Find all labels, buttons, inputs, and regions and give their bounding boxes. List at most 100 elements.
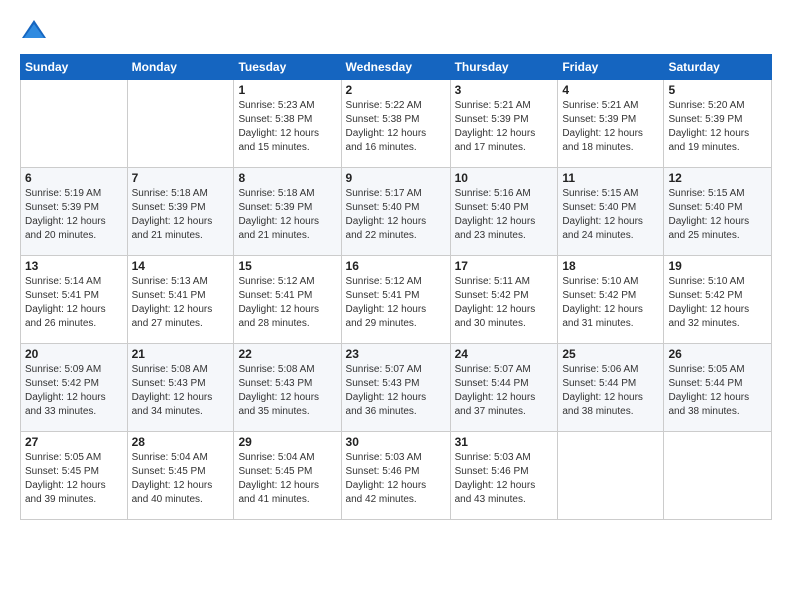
calendar-cell: 19 Sunrise: 5:10 AMSunset: 5:42 PMDayligh… [664,256,772,344]
calendar-cell: 22 Sunrise: 5:08 AMSunset: 5:43 PMDayligh… [234,344,341,432]
day-info: Sunrise: 5:10 AMSunset: 5:42 PMDaylight:… [668,275,767,331]
calendar-cell: 1 Sunrise: 5:23 AMSunset: 5:38 PMDaylight… [234,80,341,168]
day-number: 11 [562,171,659,185]
calendar-cell: 31 Sunrise: 5:03 AMSunset: 5:46 PMDayligh… [450,432,558,520]
calendar-header-row: SundayMondayTuesdayWednesdayThursdayFrid… [21,55,772,80]
weekday-header: Tuesday [234,55,341,80]
calendar-table: SundayMondayTuesdayWednesdayThursdayFrid… [20,54,772,520]
day-info: Sunrise: 5:20 AMSunset: 5:39 PMDaylight:… [668,99,767,155]
day-number: 31 [455,435,554,449]
day-number: 20 [25,347,123,361]
day-info: Sunrise: 5:23 AMSunset: 5:38 PMDaylight:… [238,99,336,155]
day-number: 28 [132,435,230,449]
calendar-cell: 9Sunrise: 5:17 AMSunset: 5:40 PMDaylight… [341,168,450,256]
day-number: 7 [132,171,230,185]
calendar-week-row: 6Sunrise: 5:19 AMSunset: 5:39 PMDaylight… [21,168,772,256]
day-info: Sunrise: 5:10 AMSunset: 5:42 PMDaylight:… [562,275,659,331]
day-number: 27 [25,435,123,449]
day-number: 30 [346,435,446,449]
day-number: 24 [455,347,554,361]
logo-icon [20,16,48,44]
day-info: Sunrise: 5:14 AMSunset: 5:41 PMDaylight:… [25,275,123,331]
day-info: Sunrise: 5:12 AMSunset: 5:41 PMDaylight:… [346,275,446,331]
day-number: 19 [668,259,767,273]
day-number: 21 [132,347,230,361]
day-number: 25 [562,347,659,361]
day-info: Sunrise: 5:11 AMSunset: 5:42 PMDaylight:… [455,275,554,331]
day-info: Sunrise: 5:03 AMSunset: 5:46 PMDaylight:… [346,451,446,507]
day-info: Sunrise: 5:19 AMSunset: 5:39 PMDaylight:… [25,187,123,243]
day-info: Sunrise: 5:12 AMSunset: 5:41 PMDaylight:… [238,275,336,331]
calendar-cell: 14Sunrise: 5:13 AMSunset: 5:41 PMDayligh… [127,256,234,344]
calendar-cell: 11 Sunrise: 5:15 AMSunset: 5:40 PMDayligh… [558,168,664,256]
calendar-week-row: 13 Sunrise: 5:14 AMSunset: 5:41 PMDayligh… [21,256,772,344]
day-number: 15 [238,259,336,273]
calendar-cell: 27 Sunrise: 5:05 AMSunset: 5:45 PMDayligh… [21,432,128,520]
calendar-cell: 28 Sunrise: 5:04 AMSunset: 5:45 PMDayligh… [127,432,234,520]
day-number: 5 [668,83,767,97]
day-info: Sunrise: 5:07 AMSunset: 5:44 PMDaylight:… [455,363,554,419]
calendar-cell: 18 Sunrise: 5:10 AMSunset: 5:42 PMDayligh… [558,256,664,344]
day-number: 1 [238,83,336,97]
day-info: Sunrise: 5:18 AMSunset: 5:39 PMDaylight:… [132,187,230,243]
calendar-week-row: 27 Sunrise: 5:05 AMSunset: 5:45 PMDayligh… [21,432,772,520]
calendar-cell: 6Sunrise: 5:19 AMSunset: 5:39 PMDaylight… [21,168,128,256]
calendar-cell [558,432,664,520]
day-info: Sunrise: 5:07 AMSunset: 5:43 PMDaylight:… [346,363,446,419]
calendar-cell: 10 Sunrise: 5:16 AMSunset: 5:40 PMDayligh… [450,168,558,256]
day-info: Sunrise: 5:06 AMSunset: 5:44 PMDaylight:… [562,363,659,419]
day-number: 26 [668,347,767,361]
day-info: Sunrise: 5:15 AMSunset: 5:40 PMDaylight:… [668,187,767,243]
weekday-header: Friday [558,55,664,80]
calendar-cell: 24 Sunrise: 5:07 AMSunset: 5:44 PMDayligh… [450,344,558,432]
weekday-header: Saturday [664,55,772,80]
day-number: 18 [562,259,659,273]
day-number: 22 [238,347,336,361]
day-info: Sunrise: 5:16 AMSunset: 5:40 PMDaylight:… [455,187,554,243]
day-info: Sunrise: 5:05 AMSunset: 5:45 PMDaylight:… [25,451,123,507]
calendar-cell: 12Sunrise: 5:15 AMSunset: 5:40 PMDayligh… [664,168,772,256]
calendar-cell: 23 Sunrise: 5:07 AMSunset: 5:43 PMDayligh… [341,344,450,432]
day-info: Sunrise: 5:04 AMSunset: 5:45 PMDaylight:… [238,451,336,507]
day-info: Sunrise: 5:22 AMSunset: 5:38 PMDaylight:… [346,99,446,155]
day-info: Sunrise: 5:15 AMSunset: 5:40 PMDaylight:… [562,187,659,243]
day-info: Sunrise: 5:08 AMSunset: 5:43 PMDaylight:… [238,363,336,419]
day-number: 29 [238,435,336,449]
header [20,16,772,44]
calendar-cell: 13 Sunrise: 5:14 AMSunset: 5:41 PMDayligh… [21,256,128,344]
calendar-cell: 16 Sunrise: 5:12 AMSunset: 5:41 PMDayligh… [341,256,450,344]
day-number: 2 [346,83,446,97]
weekday-header: Thursday [450,55,558,80]
day-info: Sunrise: 5:09 AMSunset: 5:42 PMDaylight:… [25,363,123,419]
day-number: 4 [562,83,659,97]
day-number: 10 [455,171,554,185]
calendar-cell: 30 Sunrise: 5:03 AMSunset: 5:46 PMDayligh… [341,432,450,520]
day-info: Sunrise: 5:05 AMSunset: 5:44 PMDaylight:… [668,363,767,419]
day-number: 16 [346,259,446,273]
calendar-week-row: 20 Sunrise: 5:09 AMSunset: 5:42 PMDayligh… [21,344,772,432]
calendar-cell: 20 Sunrise: 5:09 AMSunset: 5:42 PMDayligh… [21,344,128,432]
day-info: Sunrise: 5:03 AMSunset: 5:46 PMDaylight:… [455,451,554,507]
calendar-cell: 3 Sunrise: 5:21 AMSunset: 5:39 PMDaylight… [450,80,558,168]
day-number: 3 [455,83,554,97]
day-info: Sunrise: 5:08 AMSunset: 5:43 PMDaylight:… [132,363,230,419]
day-info: Sunrise: 5:21 AMSunset: 5:39 PMDaylight:… [455,99,554,155]
calendar-cell: 8Sunrise: 5:18 AMSunset: 5:39 PMDaylight… [234,168,341,256]
weekday-header: Sunday [21,55,128,80]
calendar-cell [21,80,128,168]
calendar-cell: 17Sunrise: 5:11 AMSunset: 5:42 PMDayligh… [450,256,558,344]
calendar-cell: 4 Sunrise: 5:21 AMSunset: 5:39 PMDaylight… [558,80,664,168]
weekday-header: Monday [127,55,234,80]
calendar-week-row: 1 Sunrise: 5:23 AMSunset: 5:38 PMDaylight… [21,80,772,168]
calendar-cell [127,80,234,168]
calendar-cell: 29 Sunrise: 5:04 AMSunset: 5:45 PMDayligh… [234,432,341,520]
day-info: Sunrise: 5:17 AMSunset: 5:40 PMDaylight:… [346,187,446,243]
calendar-cell: 15 Sunrise: 5:12 AMSunset: 5:41 PMDayligh… [234,256,341,344]
day-info: Sunrise: 5:21 AMSunset: 5:39 PMDaylight:… [562,99,659,155]
calendar-cell: 25 Sunrise: 5:06 AMSunset: 5:44 PMDayligh… [558,344,664,432]
day-number: 13 [25,259,123,273]
calendar-cell: 21 Sunrise: 5:08 AMSunset: 5:43 PMDayligh… [127,344,234,432]
day-number: 23 [346,347,446,361]
day-number: 14 [132,259,230,273]
day-info: Sunrise: 5:04 AMSunset: 5:45 PMDaylight:… [132,451,230,507]
